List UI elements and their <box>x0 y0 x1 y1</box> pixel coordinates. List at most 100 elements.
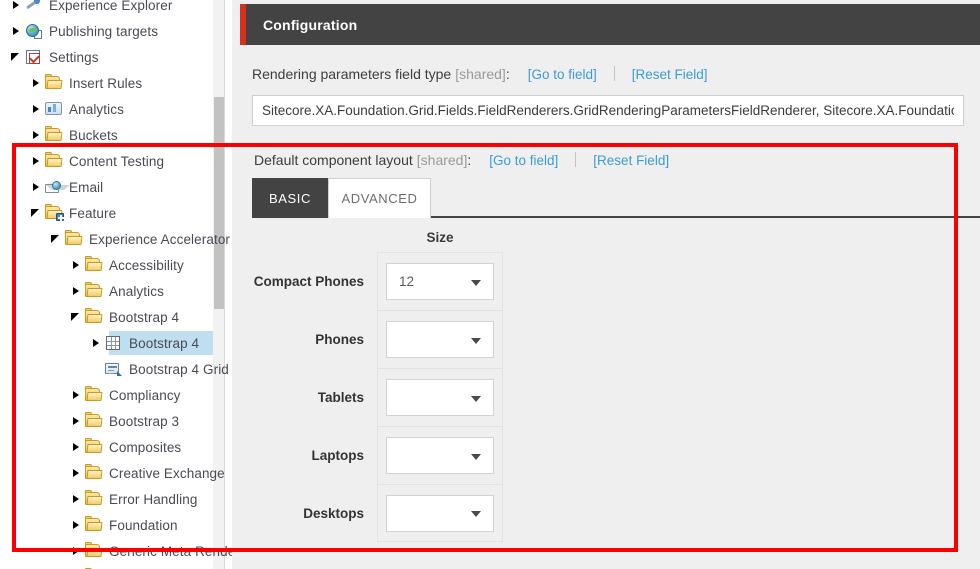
rendering-parameters-goto-field-link[interactable]: [Go to field] <box>528 67 597 82</box>
expander-collapse-icon[interactable] <box>48 231 64 247</box>
folder-icon <box>84 282 104 300</box>
chevron-down-icon[interactable] <box>471 279 481 286</box>
folder-icon <box>44 152 64 170</box>
expander-expand-icon[interactable] <box>68 413 84 429</box>
expander-expand-icon[interactable] <box>68 439 84 455</box>
section-header: Configuration <box>240 4 980 45</box>
size-select-phones[interactable] <box>386 321 494 358</box>
folder-icon <box>84 412 104 430</box>
expander-expand-icon[interactable] <box>8 23 24 39</box>
layout-row-size-cell <box>377 368 503 426</box>
expander-expand-icon[interactable] <box>28 127 44 143</box>
chevron-down-icon[interactable] <box>471 511 481 517</box>
tree-item-compliancy[interactable]: Compliancy <box>0 382 214 408</box>
layout-row: Compact Phones 12 <box>252 252 952 310</box>
tree-item-feature[interactable]: Feature <box>0 200 214 226</box>
tree-item-creative-exchange[interactable]: Creative Exchange <box>0 460 225 486</box>
chevron-down-icon[interactable] <box>471 395 481 402</box>
tree-item-foundation[interactable]: Foundation <box>0 512 214 538</box>
tree-item-label: Bootstrap 4 Grid <box>129 361 229 377</box>
tree-item-experience-explorer[interactable]: Experience Explorer <box>0 0 214 18</box>
expander-collapse-icon[interactable] <box>68 309 84 325</box>
expander-collapse-icon[interactable] <box>8 49 24 65</box>
grid-icon <box>104 334 124 352</box>
tree-item-settings[interactable]: Settings <box>0 44 214 70</box>
tree-item-accessibility[interactable]: Accessibility <box>0 252 214 278</box>
expander-expand-icon[interactable] <box>8 0 24 13</box>
folder-icon <box>84 542 104 560</box>
layout-row-label-compact-phones: Compact Phones <box>253 274 364 289</box>
chevron-down-icon[interactable] <box>471 337 481 344</box>
tree-item-label: Accessibility <box>109 257 184 273</box>
folder-icon <box>84 490 104 508</box>
layout-row: Tablets <box>252 368 952 426</box>
expander-expand-icon[interactable] <box>68 543 84 559</box>
expander-expand-icon[interactable] <box>28 153 44 169</box>
grid-header-row: Size <box>252 222 952 252</box>
expander-expand-icon[interactable] <box>68 257 84 273</box>
tree-item-bootstrap-4[interactable]: Bootstrap 4 <box>0 304 214 330</box>
tab-advanced[interactable]: ADVANCED <box>328 178 431 218</box>
tree-item-bootstrap-4-grid[interactable]: Bootstrap 4 Grid <box>0 356 229 382</box>
default-component-layout-goto-field-link[interactable]: [Go to field] <box>489 153 558 168</box>
tree-item-error-handling[interactable]: Error Handling <box>0 486 214 512</box>
expander-expand-icon[interactable] <box>68 387 84 403</box>
tree-item-publishing-targets[interactable]: Publishing targets <box>0 18 214 44</box>
rendering-parameters-field-type-input[interactable] <box>252 95 964 126</box>
tree-item-content-testing[interactable]: Content Testing <box>0 148 214 174</box>
expander-expand-icon[interactable] <box>28 75 44 91</box>
section-title: Configuration <box>263 16 358 33</box>
grid-body: Compact Phones 12 Phones Tablets Laptops Desk… <box>252 252 952 542</box>
layout-row: Phones <box>252 310 952 368</box>
expander-expand-icon[interactable] <box>28 101 44 117</box>
tree-item-email[interactable]: Email <box>0 174 214 200</box>
configuration-pane: Configuration Rendering parameters field… <box>232 0 980 569</box>
tree-item-composites[interactable]: Composites <box>0 434 214 460</box>
rendering-parameters-reset-field-link[interactable]: [Reset Field] <box>632 67 708 82</box>
rendering-parameters-field-label: Rendering parameters field type <box>252 66 452 82</box>
tab-basic[interactable]: BASIC <box>252 178 328 218</box>
expander-placeholder <box>88 361 104 377</box>
expander-collapse-icon[interactable] <box>28 205 44 221</box>
tree-item-label: Compliancy <box>109 387 181 403</box>
tree-item-generic-meta-renderer[interactable]: Generic Meta Renderer <box>0 538 232 564</box>
pane-splitter[interactable] <box>224 0 225 569</box>
size-select-laptops[interactable] <box>386 437 494 474</box>
tree-item-grid-960[interactable]: Grid 960 <box>0 564 214 569</box>
tree-item-bootstrap-3[interactable]: Bootstrap 3 <box>0 408 214 434</box>
expander-expand-icon[interactable] <box>68 465 84 481</box>
expander-expand-icon[interactable] <box>68 517 84 533</box>
layout-row: Desktops <box>252 484 952 542</box>
tree-item-bootstrap-4[interactable]: Bootstrap 4 <box>0 330 216 356</box>
expander-expand-icon[interactable] <box>68 491 84 507</box>
layout-tab-strip: BASIC ADVANCED <box>252 178 431 218</box>
tab-label: BASIC <box>268 190 311 206</box>
tree-item-insert-rules[interactable]: Insert Rules <box>0 70 214 96</box>
expander-expand-icon[interactable] <box>28 179 44 195</box>
expander-expand-icon[interactable] <box>88 335 104 351</box>
tree-item-label: Bootstrap 4 <box>109 309 180 325</box>
tree-item-label: Bootstrap 3 <box>109 413 180 429</box>
tree-item-label: Insert Rules <box>69 75 143 91</box>
default-component-layout-reset-field-link[interactable]: [Reset Field] <box>593 153 669 168</box>
settings-checklist-icon <box>24 48 44 66</box>
size-select-compact-phones[interactable]: 12 <box>386 263 494 300</box>
chevron-down-icon[interactable] <box>471 453 481 460</box>
tree-item-label: Bootstrap 4 <box>129 335 200 351</box>
expander-expand-icon[interactable] <box>68 283 84 299</box>
layout-row-size-cell <box>377 426 503 484</box>
tree-item-label: Foundation <box>109 517 178 533</box>
tree-item-label: Publishing targets <box>49 23 159 39</box>
size-select-desktops[interactable] <box>386 494 494 532</box>
default-component-layout-label: Default component layout <box>254 152 413 168</box>
default-component-layout-shared-tag: [shared] <box>416 152 468 168</box>
content-tree: Experience Explorer Publishing targets Set… <box>0 0 232 569</box>
tree-item-buckets[interactable]: Buckets <box>0 122 214 148</box>
tree-item-analytics[interactable]: Analytics <box>0 96 214 122</box>
content-tree-sidebar: Experience Explorer Publishing targets Set… <box>0 0 232 569</box>
tree-item-analytics[interactable]: Analytics <box>0 278 214 304</box>
size-select-tablets[interactable] <box>386 379 494 416</box>
tree-item-experience-accelerator[interactable]: Experience Accelerator <box>0 226 230 252</box>
tab-label: ADVANCED <box>341 191 418 206</box>
folder-icon <box>44 74 64 92</box>
